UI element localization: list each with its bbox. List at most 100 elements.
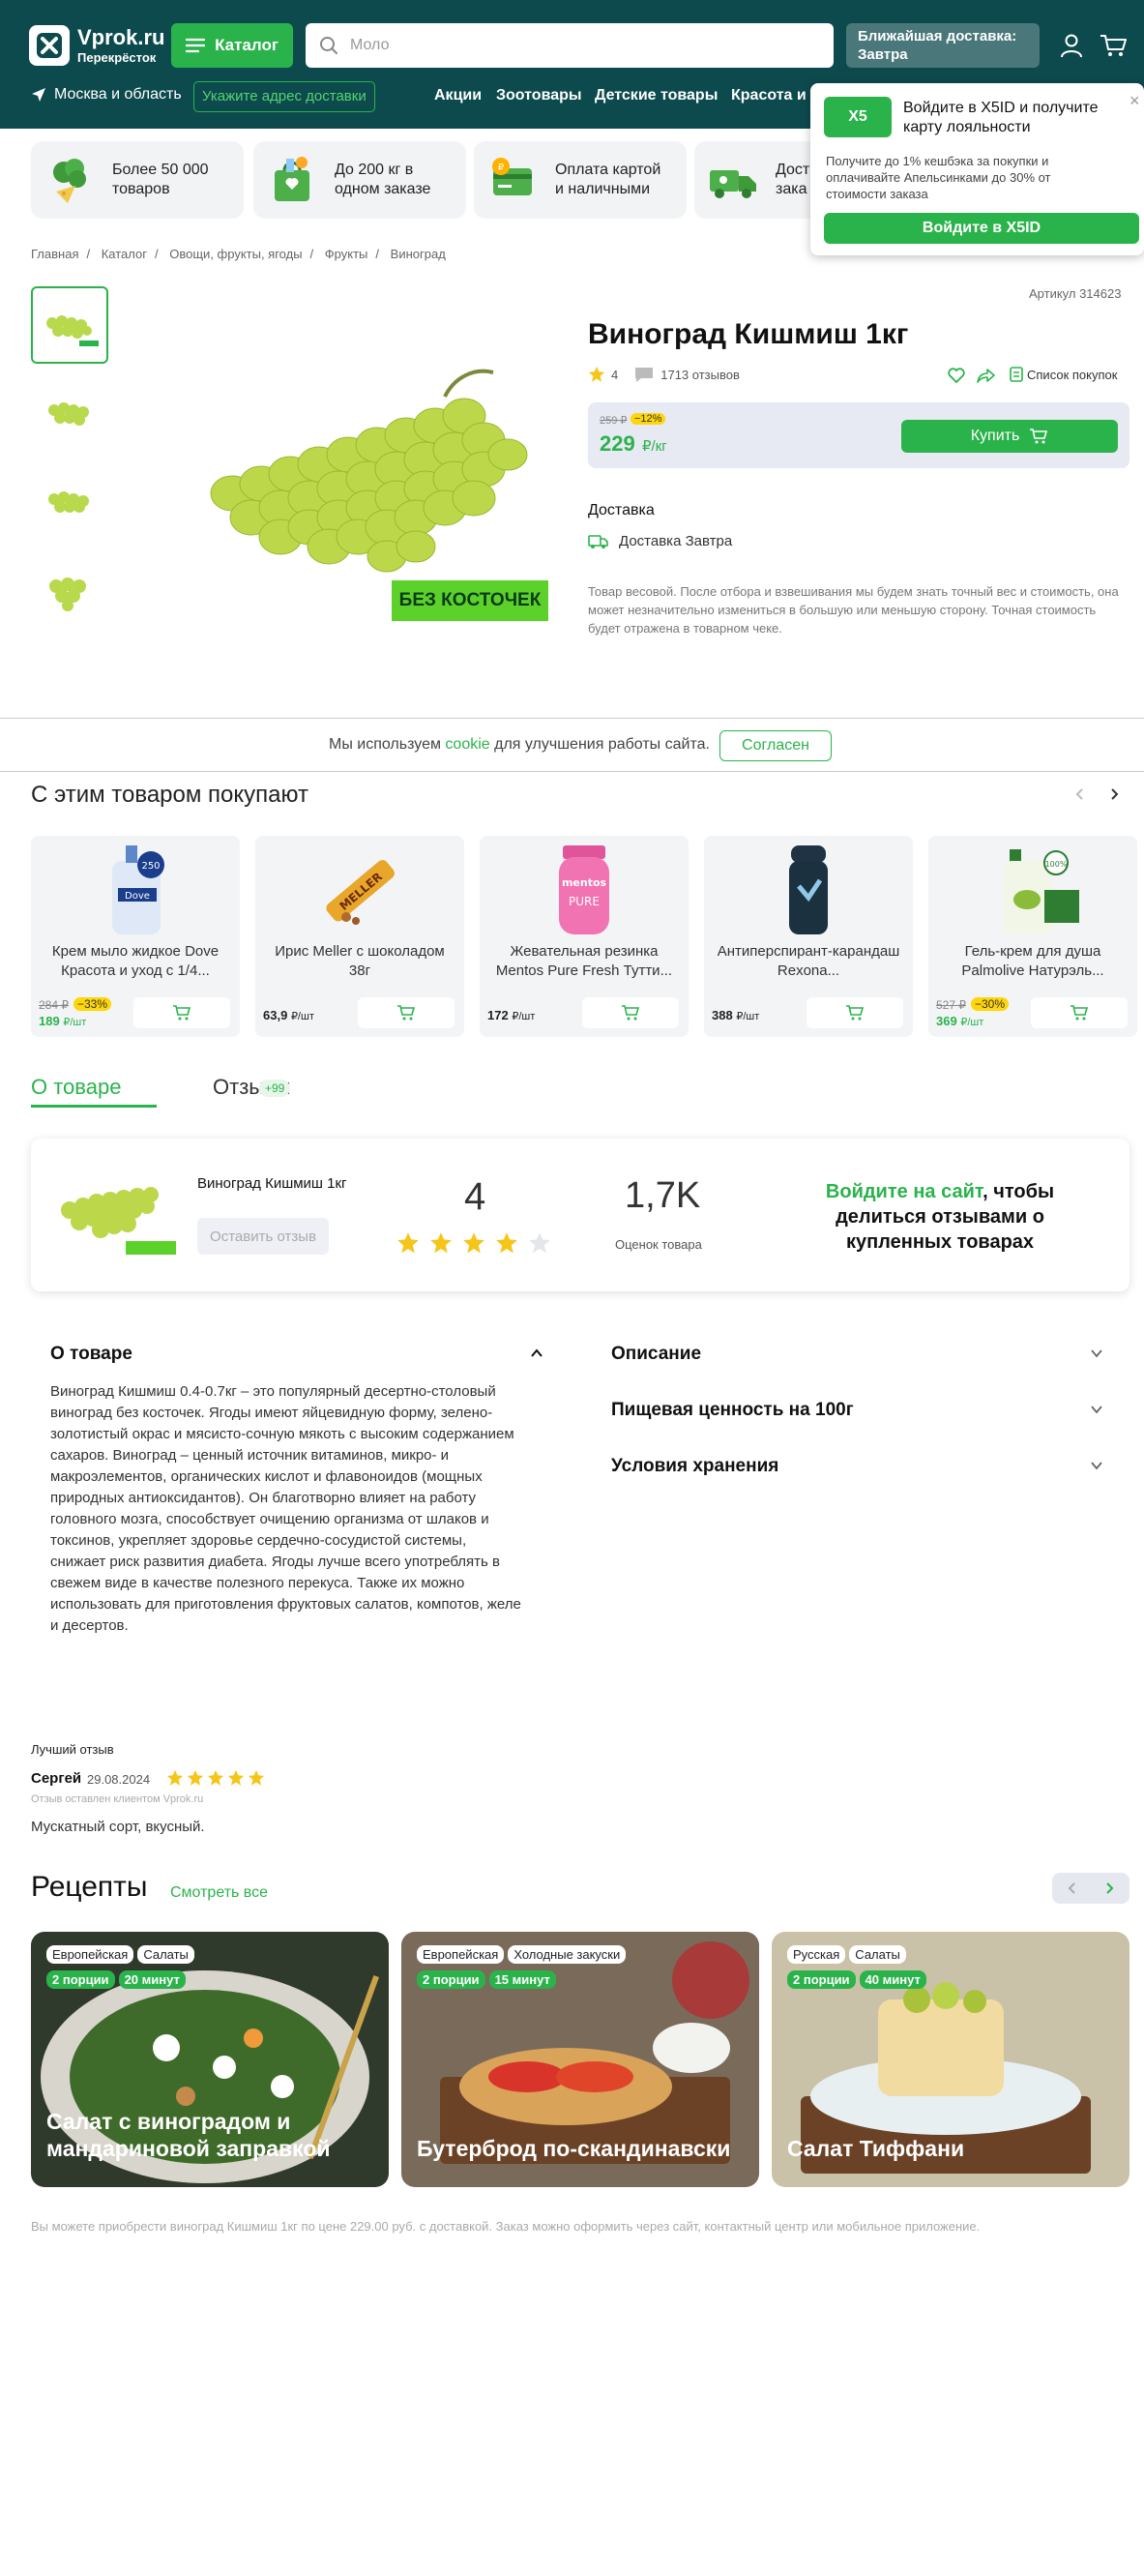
review-author: Сергей	[31, 1770, 82, 1787]
search-icon	[320, 37, 337, 54]
breadcrumb-fruits[interactable]: Фрукты	[325, 247, 368, 261]
product-thumbnail[interactable]	[31, 548, 108, 625]
product-title: Виноград Кишмиш 1кг	[588, 318, 909, 350]
recipe-tags: Европейская Салаты	[46, 1945, 198, 1964]
related-price-value: 369	[936, 1014, 957, 1028]
user-icon[interactable]	[1057, 31, 1086, 60]
related-product-card[interactable]: 100% Гель-крем для душа Palmolive Натурэ…	[928, 836, 1137, 1037]
recipe-card[interactable]: Русская Салаты 2 порции 40 минут Салат Тиф…	[772, 1932, 1129, 2187]
review-text: Мускатный сорт, вкусный.	[31, 1819, 205, 1835]
catalog-button[interactable]: Каталог	[171, 23, 293, 68]
old-price: 259 ₽	[600, 415, 628, 427]
rating-stars	[396, 1231, 551, 1255]
recipe-time: 15 минут	[488, 1970, 556, 1989]
review-product-name: Виноград Кишмиш 1кг	[197, 1175, 347, 1192]
leave-review-button[interactable]: Оставить отзыв	[197, 1218, 329, 1255]
related-product-card[interactable]: 250 Dove Крем мыло жидкое Dove Красота и …	[31, 836, 240, 1037]
search-input[interactable]: Моло	[306, 23, 834, 68]
nav-beauty[interactable]: Красота и	[731, 87, 807, 104]
svg-text:mentos: mentos	[562, 876, 607, 889]
accordion-nutrition[interactable]: Пищевая ценность на 100г	[611, 1400, 854, 1421]
breadcrumb-home[interactable]: Главная	[31, 247, 78, 261]
related-product-card[interactable]: MELLER Ирис Meller с шоколадом 38г 63,9 …	[255, 836, 464, 1037]
chevron-right-icon[interactable]	[1102, 1881, 1116, 1895]
heart-icon[interactable]	[948, 368, 965, 383]
related-product-card[interactable]: Антиперспирант-карандаш Rexona... 388 ₽/…	[704, 836, 913, 1037]
meller-candy-image: MELLER	[326, 860, 395, 925]
product-thumbnail[interactable]	[31, 460, 108, 538]
nav-promotions[interactable]: Акции	[434, 87, 482, 104]
recipe-tag[interactable]: Европейская	[46, 1945, 134, 1964]
delivery-value: Доставка Завтра	[619, 533, 733, 549]
product-thumbnail[interactable]	[31, 286, 108, 364]
related-discount: −33%	[73, 997, 112, 1011]
login-link[interactable]: Войдите на сайт	[826, 1181, 983, 1202]
cart-icon	[173, 1005, 191, 1021]
chevron-down-icon[interactable]	[1090, 1347, 1103, 1360]
star-icon	[166, 1769, 184, 1786]
recipe-card[interactable]: Европейская Холодные закуски 2 порции 15 м…	[401, 1932, 759, 2187]
recipe-tags: Русская Салаты	[787, 1945, 910, 1964]
chevron-left-icon[interactable]	[1066, 1881, 1079, 1895]
add-to-cart-button[interactable]	[358, 997, 455, 1028]
recipe-tag[interactable]: Европейская	[417, 1945, 505, 1964]
chevron-left-icon[interactable]	[1073, 787, 1087, 801]
recipes-see-all-link[interactable]: Смотреть все	[170, 1884, 268, 1902]
article-number: Артикул 314623	[1029, 286, 1122, 301]
product-thumbnail[interactable]	[31, 373, 108, 451]
add-to-cart-button[interactable]	[1031, 997, 1128, 1028]
cart-icon	[1071, 1005, 1089, 1021]
recipe-tag[interactable]: Салаты	[849, 1945, 906, 1964]
recipe-portions: 2 порции	[417, 1970, 485, 1989]
about-heading[interactable]: О товаре	[50, 1344, 132, 1365]
breadcrumb-catalog[interactable]: Каталог	[102, 247, 147, 261]
shopping-list-button[interactable]: Список покупок	[1010, 367, 1117, 382]
ratings-count-label: Оценок товара	[615, 1237, 702, 1252]
cookie-text-before: Мы используем	[329, 736, 446, 753]
recipe-card[interactable]: Европейская Салаты 2 порции 20 минут Салат…	[31, 1932, 389, 2187]
set-address-button[interactable]: Укажите адрес доставки	[193, 81, 375, 112]
region-selector[interactable]: Москва и область	[31, 86, 182, 104]
chevron-right-icon[interactable]	[1107, 787, 1121, 801]
cart-icon[interactable]	[1099, 31, 1128, 60]
reviews-link[interactable]: 1713 отзывов	[660, 368, 740, 382]
accordion-description[interactable]: Описание	[611, 1344, 701, 1365]
x5id-login-button[interactable]: Войдите в X5ID	[824, 213, 1139, 244]
nearest-delivery-button[interactable]: Ближайшая доставка: Завтра	[846, 23, 1040, 68]
related-product-card[interactable]: mentos PURE Жевательная резинка Mentos Pu…	[480, 836, 689, 1037]
close-icon[interactable]: ×	[1129, 91, 1140, 111]
broccoli-icon	[53, 159, 86, 203]
add-to-cart-button[interactable]	[133, 997, 230, 1028]
share-icon[interactable]	[977, 368, 996, 383]
tab-about[interactable]: О товаре	[31, 1075, 121, 1100]
search-placeholder: Моло	[350, 37, 390, 53]
star-icon	[463, 1232, 484, 1254]
related-price: 189 ₽/шт	[39, 1014, 86, 1028]
related-price-value: 172	[487, 1008, 509, 1022]
chevron-down-icon[interactable]	[1090, 1459, 1103, 1472]
recipe-tag[interactable]: Холодные закуски	[508, 1945, 627, 1964]
delivery-line1: Ближайшая доставка:	[858, 28, 1017, 44]
add-to-cart-button[interactable]	[807, 997, 903, 1028]
add-to-cart-button[interactable]	[582, 997, 679, 1028]
recipe-tag[interactable]: Русская	[787, 1945, 846, 1964]
buy-button[interactable]: Купить	[901, 420, 1118, 453]
weight-note: Товар весовой. После отбора и взвешивани…	[588, 584, 1119, 636]
seo-footnote: Вы можете приобрести виноград Кишмиш 1кг…	[31, 2219, 981, 2234]
accordion-storage[interactable]: Условия хранения	[611, 1456, 778, 1477]
related-price: 172 ₽/шт	[487, 1008, 535, 1022]
cart-icon	[1030, 429, 1048, 444]
cookie-accept-button[interactable]: Согласен	[719, 730, 832, 761]
vprok-logo-icon[interactable]	[29, 25, 70, 66]
recipe-tag[interactable]: Салаты	[137, 1945, 194, 1964]
nav-pet-products[interactable]: Зоотовары	[496, 87, 582, 104]
cookie-link[interactable]: cookie	[445, 736, 489, 753]
chevron-up-icon[interactable]	[530, 1347, 543, 1360]
logo-title[interactable]: Vprok.ru	[77, 25, 164, 50]
chevron-down-icon[interactable]	[1090, 1403, 1103, 1416]
related-title: С этим товаром покупают	[31, 782, 308, 808]
breadcrumb-vegetables[interactable]: Овощи, фрукты, ягоды	[169, 247, 302, 261]
recipe-time: 20 минут	[118, 1970, 186, 1989]
breadcrumb-grapes[interactable]: Виноград	[391, 247, 446, 261]
nav-kids-products[interactable]: Детские товары	[595, 87, 718, 104]
